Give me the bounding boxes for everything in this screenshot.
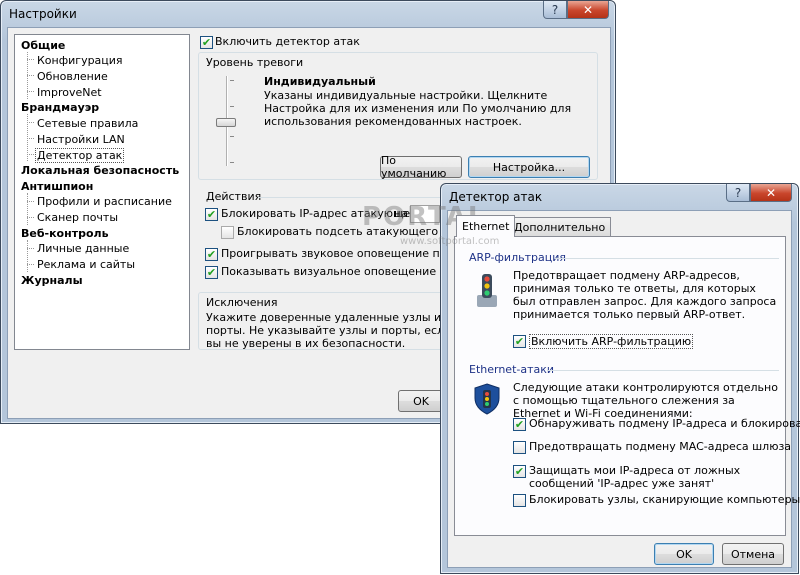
tree-cat-web-control[interactable]: Веб-контроль — [21, 227, 109, 240]
configure-button[interactable]: Настройка... — [468, 156, 590, 178]
dialog-help-button[interactable]: ? — [726, 184, 750, 202]
dialog-close-button[interactable]: ✕ — [750, 184, 792, 202]
ethernet-tab-page: ARP-фильтрация Предотвращает подмену ARP… — [454, 236, 800, 536]
settings-tree[interactable]: Общие Конфигурация Обновление ImproveNet… — [14, 34, 190, 350]
dialog-title: Детектор атак — [449, 190, 543, 204]
dialog-ok-button[interactable]: OK — [654, 543, 714, 565]
alert-level-slider[interactable] — [212, 76, 242, 168]
tree-item-profiles[interactable]: Профили и расписание — [37, 195, 172, 208]
enable-detector-checkbox[interactable]: ✔ — [200, 36, 213, 49]
settings-titlebar[interactable]: Настройки — [1, 1, 615, 27]
block-ip-suffix: на — [394, 207, 408, 220]
actions-title: Действия — [206, 190, 262, 203]
tree-cat-local-security[interactable]: Локальная безопасность — [21, 164, 179, 177]
tree-item-personal-data[interactable]: Личные данные — [37, 242, 129, 255]
ethernet-description: Следующие атаки контролируются отдельно … — [513, 381, 778, 420]
tree-item-ads-sites[interactable]: Реклама и сайты — [37, 258, 135, 271]
default-button[interactable]: По умолчанию — [380, 154, 462, 180]
prevent-mac-spoof-label: Предотвращать подмену MAC-адреса шлюза — [529, 440, 792, 453]
slider-thumb[interactable] — [216, 118, 236, 127]
block-subnet-label: Блокировать подсеть атакующего — [237, 225, 439, 238]
block-duration-dropdown[interactable] — [410, 205, 440, 223]
block-scanners-label: Блокировать узлы, сканирующие компьютеры… — [529, 493, 800, 506]
caption-buttons: ? ✕ — [543, 1, 609, 19]
enable-detector-label: Включить детектор атак — [215, 35, 360, 48]
help-button[interactable]: ? — [543, 1, 567, 19]
tab-advanced[interactable]: Дополнительно — [508, 217, 612, 237]
tree-item-network-rules[interactable]: Сетевые правила — [37, 117, 138, 130]
exceptions-description: Укажите доверенные удаленные узлы и порт… — [206, 311, 452, 350]
sound-alert-checkbox[interactable]: ✔ — [205, 248, 218, 261]
main-ok-button[interactable]: OK — [398, 390, 444, 412]
alert-level-title: Уровень тревоги — [206, 56, 304, 69]
tree-item-configuration[interactable]: Конфигурация — [37, 54, 123, 67]
tree-item-update[interactable]: Обновление — [37, 70, 108, 83]
shield-icon — [473, 383, 501, 415]
tree-item-lan-settings[interactable]: Настройки LAN — [37, 133, 125, 146]
block-subnet-checkbox[interactable] — [221, 226, 234, 239]
arp-filter-title: ARP-фильтрация — [469, 251, 566, 264]
arp-enable-label: Включить ARP-фильтрацию — [529, 334, 694, 349]
exceptions-title: Исключения — [206, 296, 278, 309]
attack-detector-dialog: Детектор атак ? ✕ Ethernet Дополнительно… — [440, 183, 800, 574]
tree-item-mail-scanner[interactable]: Сканер почты — [37, 211, 118, 224]
dialog-client-area: Ethernet Дополнительно ARP-фильтрация Пр… — [447, 210, 800, 568]
tree-item-attack-detector[interactable]: Детектор атак — [35, 148, 125, 163]
window-title: Настройки — [9, 7, 77, 21]
tab-ethernet[interactable]: Ethernet — [456, 215, 516, 237]
traffic-light-icon — [475, 273, 499, 309]
arp-enable-checkbox[interactable]: ✔ — [513, 335, 526, 348]
level-description: Указаны индивидуальные настройки. Щелкни… — [264, 89, 572, 128]
dialog-caption-buttons: ? ✕ — [726, 184, 792, 202]
detect-ip-spoof-label: Обнаруживать подмену IP-адреса и блокиро… — [529, 417, 800, 430]
ethernet-attacks-title: Ethernet-атаки — [469, 363, 555, 376]
detect-ip-spoof-checkbox[interactable]: ✔ — [513, 418, 526, 431]
close-button[interactable]: ✕ — [567, 1, 609, 19]
tree-cat-general[interactable]: Общие — [21, 39, 65, 52]
block-ip-checkbox[interactable]: ✔ — [205, 208, 218, 221]
prevent-mac-spoof-checkbox[interactable] — [513, 441, 526, 454]
protect-ip-conflict-label: Защищать мои IP-адреса от ложных сообщен… — [529, 464, 741, 490]
block-ip-label: Блокировать IP-адрес атакующего — [221, 207, 423, 220]
protect-ip-conflict-checkbox[interactable]: ✔ — [513, 465, 526, 478]
tree-cat-logs[interactable]: Журналы — [21, 274, 83, 287]
tree-cat-firewall[interactable]: Брандмауэр — [21, 101, 99, 114]
tree-cat-antispy[interactable]: Антишпион — [21, 180, 93, 193]
visual-alert-checkbox[interactable]: ✔ — [205, 266, 218, 279]
arp-description: Предотвращает подмену ARP-адресов, прини… — [513, 269, 777, 321]
dialog-cancel-button[interactable]: Отмена — [722, 543, 784, 565]
level-name: Индивидуальный — [264, 75, 376, 88]
tree-item-improvenet[interactable]: ImproveNet — [37, 86, 102, 99]
block-scanners-checkbox[interactable] — [513, 494, 526, 507]
